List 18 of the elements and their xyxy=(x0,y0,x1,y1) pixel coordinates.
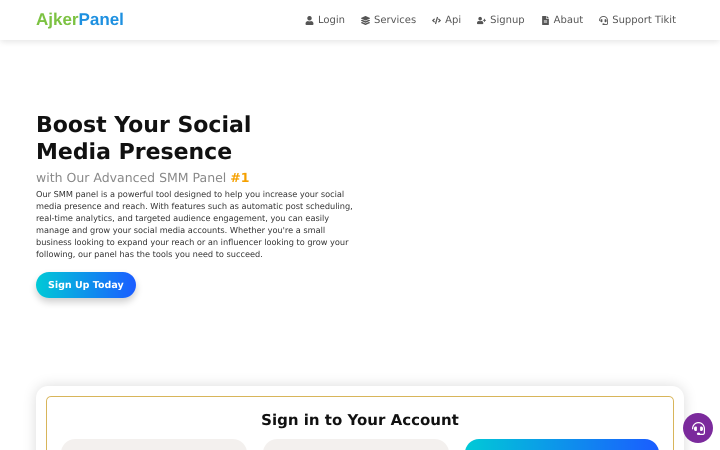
nav-link[interactable]: Support Tikit xyxy=(599,14,676,26)
nav-link[interactable]: Api xyxy=(432,14,462,26)
support-button[interactable] xyxy=(683,413,713,443)
headset-icon xyxy=(599,16,608,24)
nav-link[interactable]: Login xyxy=(305,14,345,26)
hero-subtitle: with Our Advanced SMM Panel #1 xyxy=(36,170,250,185)
hero-description: Our SMM panel is a powerful tool designed to help you increase your social media presence and reach. With features such as automatic post scheduling, real-time analytics, and targeted audience engagement, you can easily manage and grow your social media accounts. Whether you're a small business looking to expand your reach or an influencer looking to grow your following, our panel has the tools you need to succeed. xyxy=(36,188,354,260)
nav-link[interactable]: Services xyxy=(361,14,416,26)
headset-icon xyxy=(692,422,704,434)
signin-title: Sign in to Your Account xyxy=(261,411,459,429)
nav-link[interactable]: Abaut xyxy=(540,14,584,26)
nav-link[interactable]: Signup xyxy=(477,14,525,26)
stack-icon xyxy=(361,16,370,24)
file-icon xyxy=(540,16,550,24)
hero-title: Boost Your Social Media Presence xyxy=(36,112,252,166)
code-icon xyxy=(432,16,442,24)
user-plus-icon xyxy=(477,16,486,24)
user-icon xyxy=(305,16,314,24)
